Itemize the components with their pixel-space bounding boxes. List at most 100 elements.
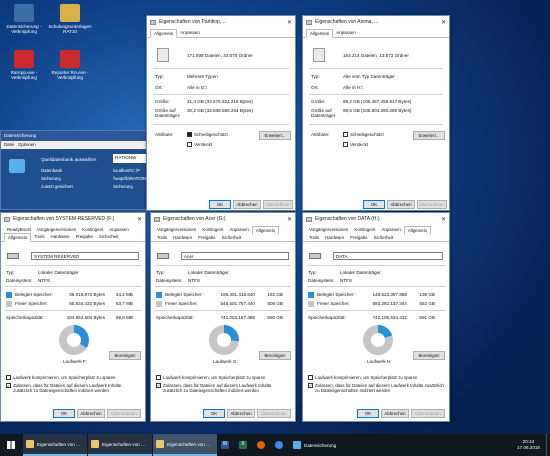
close-icon[interactable]: ✕ bbox=[438, 216, 449, 223]
divider bbox=[153, 68, 289, 69]
index-checkbox[interactable]: ✓ Zulassen, dass für Dateien auf diesem L… bbox=[308, 383, 444, 393]
system-clock[interactable]: 20:44 17.06.2018 bbox=[517, 439, 546, 451]
drive-icon bbox=[7, 253, 19, 259]
advanced-button[interactable]: Erweitert... bbox=[259, 131, 291, 140]
taskbar-app-properties-2[interactable]: Eigenschaften von ... bbox=[88, 434, 152, 456]
desktop-icon-reporter[interactable]: Reporter RA.exe - Verknüpfung bbox=[48, 50, 92, 81]
cancel-button[interactable]: Abbrechen bbox=[387, 200, 415, 209]
start-button[interactable] bbox=[0, 434, 22, 456]
database-label: Datenbank bbox=[41, 168, 63, 173]
taskbar-app-excel[interactable]: X bbox=[236, 434, 253, 456]
desktop-icon-backup[interactable]: Datensicherung - Verknüpfung bbox=[2, 4, 46, 35]
compress-checkbox[interactable]: Laufwerk komprimieren, um Speicherplatz … bbox=[6, 375, 116, 380]
tab-hardware[interactable]: Hardware bbox=[48, 233, 73, 241]
close-icon[interactable]: ✕ bbox=[134, 216, 145, 223]
desktop-icon-folder[interactable]: Schulungsunterlagen RAT10 bbox=[48, 4, 92, 35]
tab-security[interactable]: Sicherheit bbox=[371, 234, 397, 241]
hidden-checkbox[interactable]: Versteckt bbox=[343, 142, 368, 147]
cancel-button[interactable]: Abbrechen bbox=[381, 409, 409, 418]
hidden-checkbox[interactable]: Versteckt bbox=[187, 142, 212, 147]
close-icon[interactable]: ✕ bbox=[438, 19, 449, 26]
backup-window: Datensicherung Datei Optionen Quelldaten… bbox=[0, 130, 150, 210]
close-icon[interactable]: ✕ bbox=[284, 216, 295, 223]
tab-previous-versions[interactable]: Vorgängerversionen bbox=[34, 226, 79, 233]
tab-security[interactable]: Sicherheit bbox=[219, 234, 245, 241]
index-checkbox[interactable]: ✓ Zulassen, dass für Dateien auf diesem L… bbox=[156, 383, 290, 393]
cancel-button[interactable]: Abbrechen bbox=[227, 409, 255, 418]
taskbar-app-backup[interactable]: Datensicherung bbox=[290, 434, 339, 456]
tab-custom[interactable]: Anpassen bbox=[226, 226, 252, 234]
tab-tools[interactable]: Tools bbox=[154, 234, 170, 241]
index-checkbox[interactable]: ✓ Zulassen, dass für Dateien auf diesem L… bbox=[6, 383, 140, 393]
tab-security[interactable]: Sicherheit bbox=[96, 233, 122, 241]
ok-button[interactable]: OK bbox=[357, 409, 379, 418]
multiple-files-icon bbox=[157, 48, 169, 62]
tab-general[interactable]: Allgemein bbox=[306, 29, 334, 38]
drive-name-input[interactable]: DATA bbox=[333, 252, 443, 260]
usage-donut-chart bbox=[59, 325, 89, 355]
desktop-icon-ratapp[interactable]: RatApp.exe - Verknüpfung bbox=[2, 50, 46, 81]
tab-sharing[interactable]: Freigabe bbox=[195, 234, 218, 241]
compress-checkbox[interactable]: Laufwerk komprimieren, um Speicherplatz … bbox=[308, 375, 418, 380]
tab-general[interactable]: Allgemein bbox=[150, 29, 178, 38]
tab-quota[interactable]: Kontingent bbox=[199, 226, 226, 234]
tab-sharing[interactable]: Freigabe bbox=[347, 234, 370, 241]
taskbar-app-properties-1[interactable]: Eigenschaften von ... bbox=[23, 434, 87, 456]
show-desktop-button[interactable] bbox=[546, 434, 550, 456]
tab-hardware[interactable]: Hardware bbox=[322, 234, 347, 241]
cancel-button[interactable]: Abbrechen bbox=[77, 409, 105, 418]
last-backup-value: Sicherung bbox=[113, 184, 133, 189]
readonly-checkbox[interactable]: Schreibgeschützt bbox=[187, 132, 228, 137]
drive-name-input[interactable]: Acer bbox=[181, 252, 289, 260]
taskbar-app-word[interactable]: W bbox=[218, 434, 235, 456]
apply-button[interactable]: Übernehmen bbox=[411, 409, 445, 418]
apply-button[interactable]: Übernehmen bbox=[263, 200, 293, 209]
tab-custom[interactable]: Anpassen bbox=[106, 226, 132, 233]
tab-quota[interactable]: Kontingent bbox=[79, 226, 106, 233]
filesystem-row: Dateisystem: NTFS bbox=[156, 278, 200, 283]
tab-tools[interactable]: Tools bbox=[306, 234, 322, 241]
apply-button[interactable]: Übernehmen bbox=[257, 409, 291, 418]
tab-tools[interactable]: Tools bbox=[31, 233, 47, 241]
taskbar-app-firefox[interactable] bbox=[254, 434, 271, 456]
tab-sharing[interactable]: Freigabe bbox=[73, 233, 96, 241]
taskbar-app-properties-3[interactable]: Eigenschaften von ... bbox=[153, 434, 217, 456]
database-value: localhost\C:\P bbox=[113, 168, 141, 173]
tab-hardware[interactable]: Hardware bbox=[170, 234, 195, 241]
close-icon[interactable]: ✕ bbox=[284, 19, 295, 26]
menu-file[interactable]: Datei bbox=[4, 142, 14, 147]
advanced-button[interactable]: Erweitert... bbox=[413, 131, 445, 140]
ok-button[interactable]: OK bbox=[209, 200, 231, 209]
apply-button[interactable]: Übernehmen bbox=[417, 200, 447, 209]
tab-general[interactable]: Allgemein bbox=[4, 233, 32, 242]
cleanup-button[interactable]: Bereinigen bbox=[413, 351, 445, 360]
window-titlebar: Eigenschaften von Acer (G:) ✕ bbox=[151, 213, 295, 225]
tab-custom[interactable]: Anpassen bbox=[333, 29, 359, 37]
cleanup-button[interactable]: Bereinigen bbox=[109, 351, 141, 360]
ok-button[interactable]: OK bbox=[53, 409, 75, 418]
tab-custom[interactable]: Anpassen bbox=[378, 226, 404, 234]
divider bbox=[309, 124, 443, 125]
used-space-row: Belegter Speicher: 36.018.872 Bytes 34,2 M… bbox=[6, 292, 133, 298]
type-row: Typ: Lokaler Datenträger bbox=[308, 270, 381, 275]
tab-previous-versions[interactable]: Vorgängerversionen bbox=[154, 226, 199, 234]
cleanup-button[interactable]: Bereinigen bbox=[259, 351, 291, 360]
tab-readyboost[interactable]: ReadyBoost bbox=[4, 226, 34, 233]
readonly-checkbox[interactable]: Schreibgeschützt bbox=[343, 132, 384, 137]
drive-name-input[interactable]: SYSTEM RESERVED bbox=[31, 252, 139, 260]
tab-quota[interactable]: Kontingent bbox=[351, 226, 378, 234]
source-select[interactable]: RATIONW bbox=[113, 154, 149, 163]
apply-button[interactable]: Übernehmen bbox=[107, 409, 141, 418]
desktop-icon-label: Datensicherung - Verknüpfung bbox=[6, 24, 42, 35]
tab-general[interactable]: Allgemein bbox=[403, 226, 432, 235]
cancel-button[interactable]: Abbrechen bbox=[233, 200, 261, 209]
compress-checkbox[interactable]: Laufwerk komprimieren, um Speicherplatz … bbox=[156, 375, 266, 380]
tab-previous-versions[interactable]: Vorgängerversionen bbox=[306, 226, 351, 234]
ok-button[interactable]: OK bbox=[203, 409, 225, 418]
menu-options[interactable]: Optionen bbox=[18, 142, 36, 147]
ok-button[interactable]: OK bbox=[363, 200, 385, 209]
tab-general[interactable]: Allgemein bbox=[251, 226, 280, 235]
taskbar-app-chrome[interactable] bbox=[272, 434, 289, 456]
drive-icon bbox=[309, 253, 321, 259]
tab-custom[interactable]: Anpassen bbox=[177, 29, 203, 37]
